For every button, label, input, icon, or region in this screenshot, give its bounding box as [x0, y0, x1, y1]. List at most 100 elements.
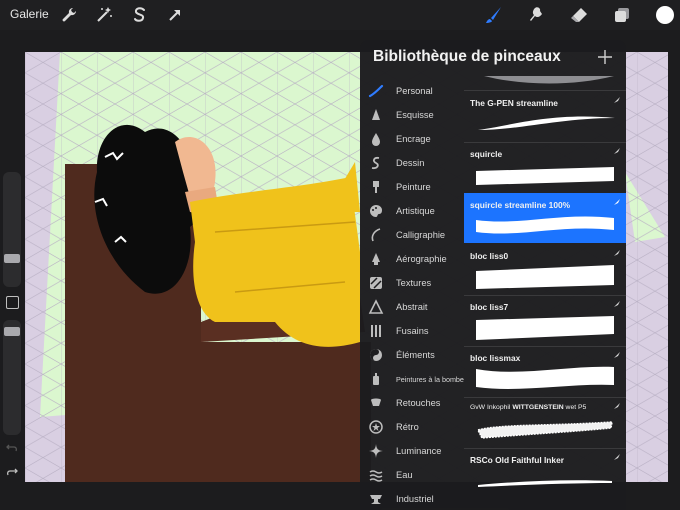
- retro-star-icon: [368, 419, 384, 435]
- brush-item-g-pen[interactable]: The G-PEN streamline: [464, 91, 626, 143]
- brush-item-old-faithful-inker[interactable]: RSCo Old Faithful Inker: [464, 448, 626, 499]
- category-label: Éléments: [396, 350, 435, 360]
- category-personal[interactable]: Personal: [368, 80, 468, 102]
- modify-square-button[interactable]: [6, 296, 19, 309]
- brush-name: squircle streamline 100%: [470, 200, 571, 210]
- brush-stroke-preview: [476, 421, 613, 439]
- ink-drop-icon: [368, 131, 384, 147]
- charcoal-icon: [368, 323, 384, 339]
- feather-icon: [614, 250, 620, 256]
- category-label: Textures: [396, 278, 432, 288]
- layers-icon[interactable]: [612, 5, 632, 25]
- feather-icon: [614, 301, 620, 307]
- category-label: Luminance: [396, 446, 442, 456]
- wrench-icon[interactable]: [60, 5, 80, 25]
- brush-item-partial[interactable]: [464, 76, 626, 91]
- brush-name: bloc lissmax: [470, 353, 521, 363]
- yin-yang-icon: [368, 347, 384, 363]
- brush-item-wittgenstein[interactable]: GvW Inkophil WITTGENSTEIN wet P5: [464, 397, 626, 449]
- brush-name: bloc liss7: [470, 302, 509, 312]
- category-retro[interactable]: Rétro: [368, 416, 468, 438]
- drawing-curve-icon: [368, 155, 384, 171]
- brush-library-panel: Bibliothèque de pinceaux Personal Esquis…: [360, 40, 626, 510]
- spray-can-icon: [368, 371, 384, 387]
- category-label: Abstrait: [396, 302, 428, 312]
- category-retouches[interactable]: Retouches: [368, 392, 468, 414]
- magic-wand-icon[interactable]: [94, 5, 114, 25]
- category-label: Encrage: [396, 134, 431, 144]
- category-aerographie[interactable]: Aérographie: [368, 248, 468, 270]
- category-label: Calligraphie: [396, 230, 446, 240]
- redo-icon[interactable]: [6, 464, 18, 476]
- panel-title: Bibliothèque de pinceaux: [373, 48, 561, 65]
- category-fusains[interactable]: Fusains: [368, 320, 468, 342]
- texture-icon: [368, 275, 384, 291]
- feather-icon: [614, 403, 620, 409]
- color-swatch-icon[interactable]: [655, 5, 675, 25]
- top-toolbar: Galerie: [0, 0, 680, 30]
- brush-stroke-preview: [476, 316, 614, 340]
- brush-size-slider[interactable]: [3, 172, 21, 287]
- category-label: Retouches: [396, 398, 441, 408]
- opacity-knob[interactable]: [4, 327, 20, 336]
- category-peintures-bombe[interactable]: Peintures à la bombe: [368, 368, 468, 390]
- selection-s-icon[interactable]: [130, 5, 150, 25]
- sparkle-icon: [368, 443, 384, 459]
- category-label: Industriel: [396, 494, 434, 504]
- brush-item-squircle-streamline[interactable]: squircle streamline 100%: [464, 193, 626, 243]
- water-waves-icon: [368, 467, 384, 483]
- category-artistique[interactable]: Artistique: [368, 200, 468, 222]
- plus-icon[interactable]: [597, 49, 613, 65]
- brush-name: The G-PEN streamline: [470, 98, 558, 108]
- brush-item-bloc-liss7[interactable]: bloc liss7: [464, 295, 626, 347]
- personal-brush-icon: [368, 83, 384, 99]
- brush-stroke-preview: [476, 366, 614, 389]
- category-elements[interactable]: Éléments: [368, 344, 468, 366]
- side-toolbar: [0, 170, 25, 480]
- feather-icon: [614, 352, 620, 358]
- brush-stroke-preview: [478, 116, 615, 130]
- undo-icon[interactable]: [6, 440, 18, 452]
- category-esquisse[interactable]: Esquisse: [368, 104, 468, 126]
- brush-size-knob[interactable]: [4, 254, 20, 263]
- category-calligraphie[interactable]: Calligraphie: [368, 224, 468, 246]
- brush-name: bloc liss0: [470, 251, 509, 261]
- category-label: Aérographie: [396, 254, 447, 264]
- brush-stroke-preview: [478, 480, 612, 487]
- feather-icon: [614, 199, 620, 205]
- feather-icon: [614, 97, 620, 103]
- category-label: Peinture: [396, 182, 431, 192]
- brush-item-squircle[interactable]: squircle: [464, 142, 626, 194]
- palette-icon: [368, 203, 384, 219]
- smudge-icon[interactable]: [527, 5, 547, 25]
- category-label: Fusains: [396, 326, 429, 336]
- category-abstrait[interactable]: Abstrait: [368, 296, 468, 318]
- category-label: Peintures à la bombe: [396, 374, 464, 384]
- category-peinture[interactable]: Peinture: [368, 176, 468, 198]
- move-arrow-icon[interactable]: [165, 5, 185, 25]
- category-label: Personal: [396, 86, 433, 96]
- airbrush-icon: [368, 251, 384, 267]
- anvil-icon: [368, 491, 384, 507]
- sketch-icon: [368, 107, 384, 123]
- feather-icon: [614, 454, 620, 460]
- category-label: Eau: [396, 470, 413, 480]
- brush-item-bloc-lissmax[interactable]: bloc lissmax: [464, 346, 626, 398]
- category-eau[interactable]: Eau: [368, 464, 468, 486]
- brush-name: RSCo Old Faithful Inker: [470, 455, 564, 465]
- category-label: Dessin: [396, 158, 425, 168]
- brush-name: GvW Inkophil WITTGENSTEIN wet P5: [470, 404, 587, 411]
- gallery-button[interactable]: Galerie: [10, 7, 49, 21]
- triangle-icon: [368, 299, 384, 315]
- category-luminance[interactable]: Luminance: [368, 440, 468, 462]
- opacity-slider[interactable]: [3, 320, 21, 435]
- eraser-icon[interactable]: [569, 5, 589, 25]
- brush-icon[interactable]: [484, 5, 504, 25]
- category-industriel[interactable]: Industriel: [368, 488, 468, 510]
- category-dessin[interactable]: Dessin: [368, 152, 468, 174]
- category-textures[interactable]: Textures: [368, 272, 468, 294]
- category-encrage[interactable]: Encrage: [368, 128, 468, 150]
- brush-stroke-preview: [476, 216, 614, 234]
- category-label: Esquisse: [396, 110, 434, 120]
- brush-item-bloc-liss0[interactable]: bloc liss0: [464, 244, 626, 296]
